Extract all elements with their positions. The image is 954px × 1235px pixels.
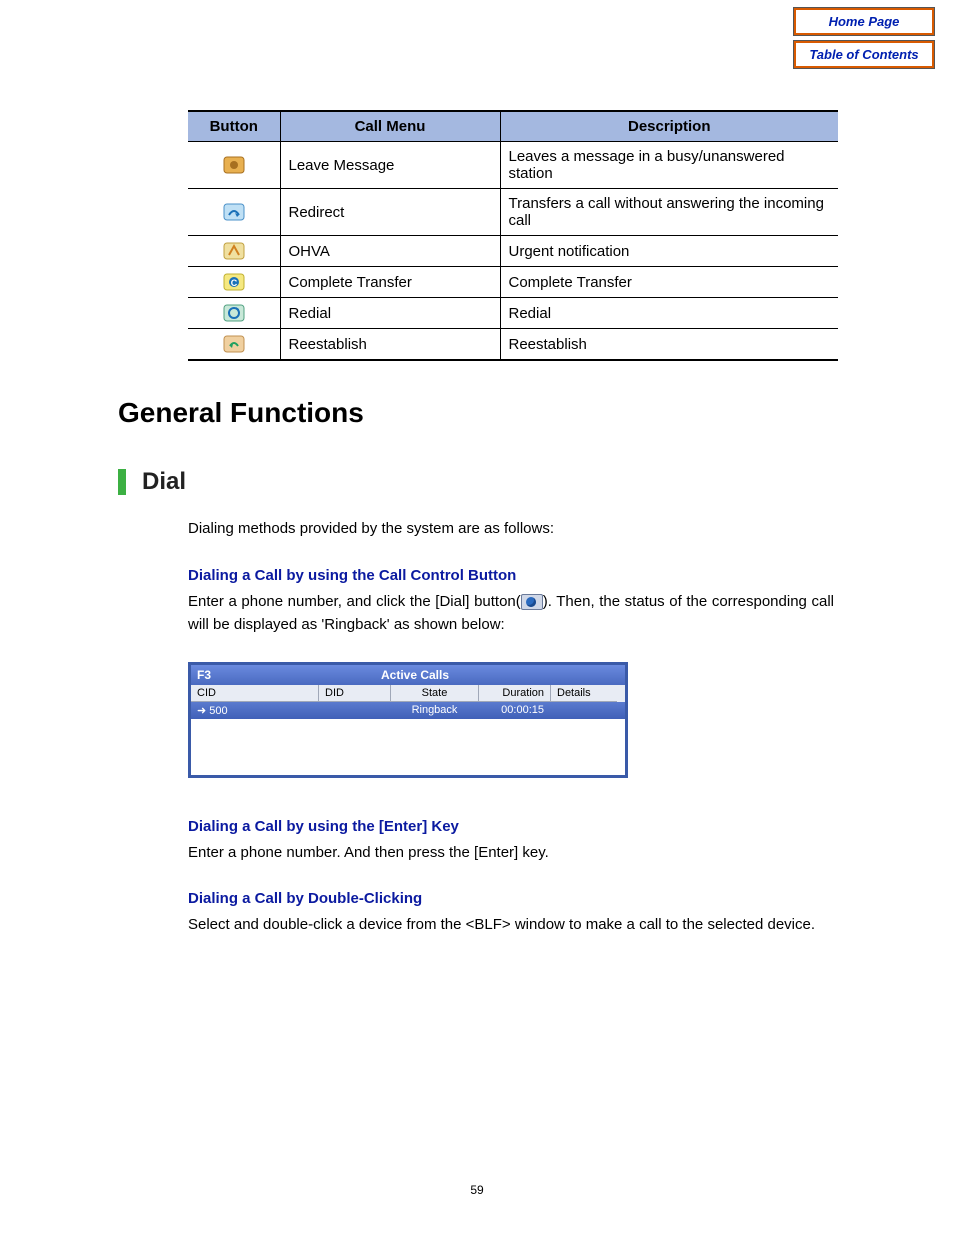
active-calls-panel: F3 Active Calls CID DID State Duration D… (188, 662, 628, 778)
cell-menu: Leave Message (280, 142, 500, 189)
col-cid: CID (191, 685, 319, 702)
cell-desc: Urgent notification (500, 236, 838, 267)
heading-general-functions: General Functions (118, 397, 834, 429)
redial-icon (196, 304, 272, 322)
nav-links: Home Page Table of Contents (794, 8, 934, 74)
cell-desc: Complete Transfer (500, 267, 838, 298)
cell-did (319, 702, 391, 719)
cell-menu: Redirect (280, 189, 500, 236)
cell-menu: Reestablish (280, 329, 500, 361)
text-span: Enter a phone number, and click the [Dia… (188, 593, 521, 610)
table-row: Reestablish Reestablish (188, 329, 838, 361)
th-desc: Description (500, 111, 838, 142)
active-calls-row[interactable]: ➜ 500 Ringback 00:00:15 (191, 702, 625, 719)
cell-desc: Reestablish (500, 329, 838, 361)
table-row: Redial Redial (188, 298, 838, 329)
col-details: Details (551, 685, 617, 702)
cell-menu: Redial (280, 298, 500, 329)
reestablish-icon (196, 335, 272, 353)
leave-message-icon (196, 156, 272, 174)
table-row: Leave Message Leaves a message in a busy… (188, 142, 838, 189)
subhead-double-click: Dialing a Call by Double-Clicking (188, 890, 834, 907)
active-calls-empty (191, 719, 625, 775)
table-row: C Complete Transfer Complete Transfer (188, 267, 838, 298)
body-enter-key: Enter a phone number. And then press the… (188, 841, 834, 864)
table-row: OHVA Urgent notification (188, 236, 838, 267)
subhead-call-control: Dialing a Call by using the Call Control… (188, 567, 834, 584)
cell-details (551, 702, 617, 719)
cell-state: Ringback (391, 702, 479, 719)
cell-menu: Complete Transfer (280, 267, 500, 298)
body-call-control: Enter a phone number, and click the [Dia… (188, 590, 834, 637)
toc-link[interactable]: Table of Contents (794, 41, 934, 68)
complete-transfer-icon: C (196, 273, 272, 291)
heading-dial: Dial (118, 469, 834, 495)
body-double-click: Select and double-click a device from th… (188, 913, 834, 936)
cell-desc: Leaves a message in a busy/unanswered st… (500, 142, 838, 189)
page-content: Button Call Menu Description Leave Messa… (118, 110, 834, 963)
th-menu: Call Menu (280, 111, 500, 142)
cell-desc: Transfers a call without answering the i… (500, 189, 838, 236)
svg-text:C: C (231, 278, 238, 288)
cell-cid: ➜ 500 (191, 702, 319, 719)
panel-title: Active Calls (211, 668, 619, 682)
col-duration: Duration (479, 685, 551, 702)
home-page-link[interactable]: Home Page (794, 8, 934, 35)
intro-text: Dialing methods provided by the system a… (188, 517, 834, 540)
col-state: State (391, 685, 479, 702)
cell-duration: 00:00:15 (479, 702, 551, 719)
panel-shortcut-label: F3 (197, 668, 211, 682)
redirect-icon (196, 203, 272, 221)
col-did: DID (319, 685, 391, 702)
dial-button-icon (521, 594, 543, 610)
page-number: 59 (0, 1183, 954, 1197)
ohva-icon (196, 242, 272, 260)
active-calls-header-row: CID DID State Duration Details (191, 685, 625, 702)
call-menu-table: Button Call Menu Description Leave Messa… (188, 110, 838, 361)
th-button: Button (188, 111, 280, 142)
cell-desc: Redial (500, 298, 838, 329)
active-calls-titlebar: F3 Active Calls (191, 665, 625, 685)
subhead-enter-key: Dialing a Call by using the [Enter] Key (188, 818, 834, 835)
table-row: Redirect Transfers a call without answer… (188, 189, 838, 236)
cell-menu: OHVA (280, 236, 500, 267)
